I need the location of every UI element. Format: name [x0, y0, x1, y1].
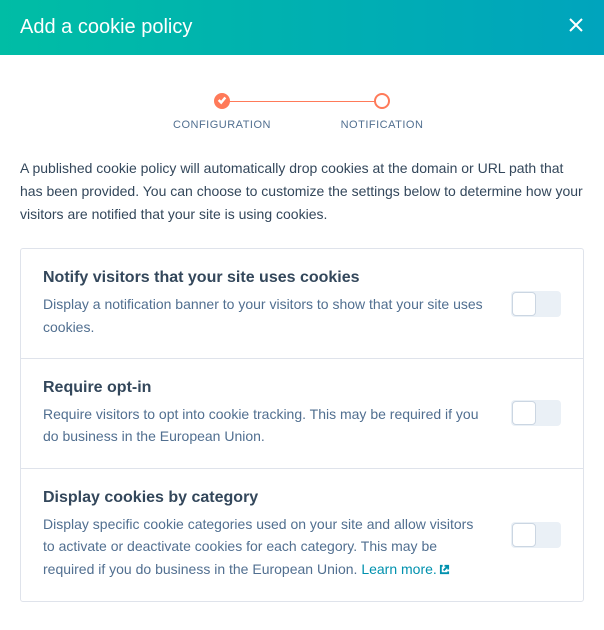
option-require-optin: Require opt-in Require visitors to opt i…	[21, 359, 583, 469]
step-configuration[interactable]: CONFIGURATION	[142, 93, 302, 131]
modal-body: CONFIGURATION NOTIFICATION A published c…	[0, 55, 604, 630]
step-dot-inactive	[374, 93, 390, 109]
external-link-icon	[439, 559, 450, 581]
toggle-require-optin[interactable]	[511, 400, 561, 426]
step-notification[interactable]: NOTIFICATION	[302, 93, 462, 131]
toggle-knob	[512, 292, 536, 316]
option-title: Require opt-in	[43, 379, 487, 397]
option-text: Display cookies by category Display spec…	[43, 489, 511, 581]
option-title: Display cookies by category	[43, 489, 487, 507]
step-label: CONFIGURATION	[173, 119, 271, 131]
modal-header: Add a cookie policy	[0, 0, 604, 55]
check-icon	[217, 92, 227, 110]
modal-title: Add a cookie policy	[20, 16, 192, 39]
toggle-knob	[512, 523, 536, 547]
close-button[interactable]	[568, 17, 584, 38]
option-display-by-category: Display cookies by category Display spec…	[21, 469, 583, 601]
option-description: Display a notification banner to your vi…	[43, 293, 487, 338]
toggle-display-by-category[interactable]	[511, 522, 561, 548]
option-description: Display specific cookie categories used …	[43, 513, 487, 581]
toggle-notify-visitors[interactable]	[511, 291, 561, 317]
step-dot-active	[214, 93, 230, 109]
option-text: Notify visitors that your site uses cook…	[43, 269, 511, 338]
stepper: CONFIGURATION NOTIFICATION	[20, 93, 584, 131]
options-list: Notify visitors that your site uses cook…	[20, 248, 584, 602]
learn-more-link[interactable]: Learn more.	[361, 561, 449, 577]
learn-more-text: Learn more.	[361, 561, 436, 577]
modal-description: A published cookie policy will automatic…	[20, 157, 584, 226]
step-connector	[222, 101, 382, 102]
step-label: NOTIFICATION	[341, 119, 424, 131]
toggle-knob	[512, 401, 536, 425]
close-icon	[568, 17, 584, 38]
option-description: Require visitors to opt into cookie trac…	[43, 403, 487, 448]
option-title: Notify visitors that your site uses cook…	[43, 269, 487, 287]
option-text: Require opt-in Require visitors to opt i…	[43, 379, 511, 448]
option-notify-visitors: Notify visitors that your site uses cook…	[21, 249, 583, 359]
